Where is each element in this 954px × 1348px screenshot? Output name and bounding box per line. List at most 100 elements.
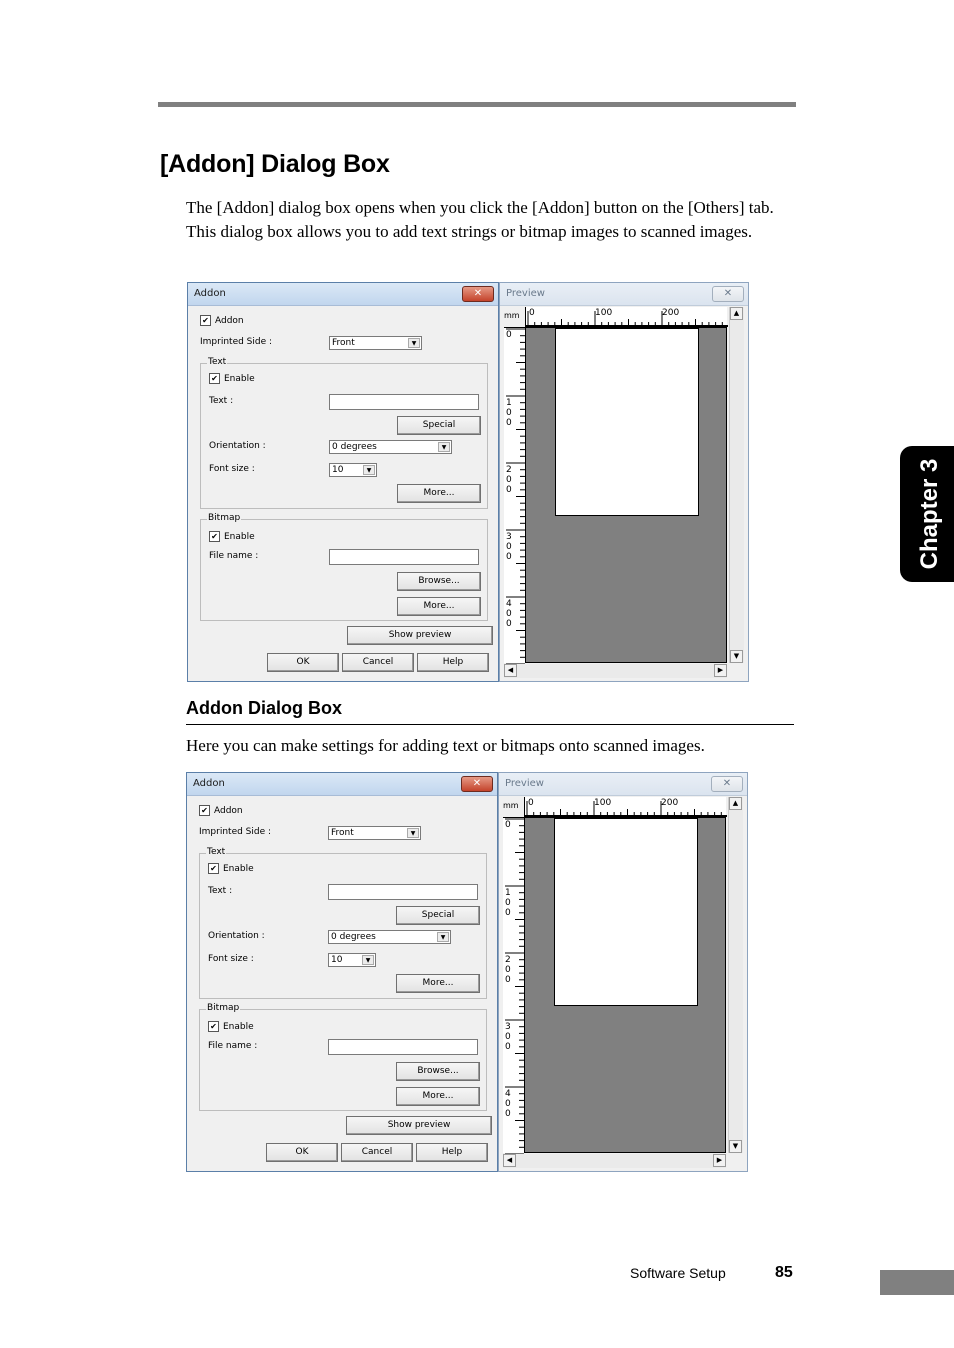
v-ruler-label: 2 0 0 bbox=[505, 955, 511, 985]
orientation-label: Orientation : bbox=[208, 931, 265, 941]
scroll-down-icon[interactable]: ▼ bbox=[729, 1140, 742, 1153]
text-more-button[interactable]: More... bbox=[397, 484, 481, 503]
horizontal-ruler-ticks bbox=[525, 801, 727, 817]
imprinted-side-select[interactable]: Front ▼ bbox=[329, 336, 422, 350]
text-input[interactable] bbox=[329, 394, 479, 410]
scroll-right-icon[interactable]: ▶ bbox=[714, 664, 727, 677]
bitmap-enable-checkbox[interactable]: ✔ Enable bbox=[209, 531, 255, 542]
chapter-tab-label: Chapter 3 bbox=[916, 458, 943, 570]
dropdown-arrow-icon: ▼ bbox=[407, 828, 419, 838]
horizontal-scrollbar[interactable]: ◀ ▶ bbox=[504, 664, 727, 678]
cancel-button[interactable]: Cancel bbox=[341, 1143, 413, 1162]
preview-titlebar: Preview ✕ bbox=[500, 283, 748, 306]
v-ruler-label: 0 bbox=[506, 330, 512, 340]
bitmap-enable-label: Enable bbox=[223, 1022, 254, 1032]
scroll-left-icon[interactable]: ◀ bbox=[504, 664, 517, 677]
browse-button[interactable]: Browse... bbox=[396, 1062, 480, 1081]
file-name-input[interactable] bbox=[328, 1039, 478, 1055]
scroll-left-icon[interactable]: ◀ bbox=[503, 1154, 516, 1167]
show-preview-button[interactable]: Show preview bbox=[346, 1116, 492, 1135]
special-button[interactable]: Special bbox=[396, 906, 480, 925]
addon-dialog-title: Addon bbox=[194, 288, 226, 299]
footer-bar bbox=[880, 1270, 954, 1295]
preview-titlebar: Preview ✕ bbox=[499, 773, 747, 796]
addon-checkbox[interactable]: ✔ Addon bbox=[199, 805, 243, 816]
scroll-up-icon[interactable]: ▲ bbox=[729, 797, 742, 810]
file-name-input[interactable] bbox=[329, 549, 479, 565]
text-field-label: Text : bbox=[208, 886, 233, 896]
orientation-value: 0 degrees bbox=[332, 442, 377, 452]
preview-window: Preview ✕ mm 0 100 200 0 1 0 0 2 0 0 3 0… bbox=[498, 772, 748, 1172]
text-field-label: Text : bbox=[209, 396, 234, 406]
orientation-select[interactable]: 0 degrees ▼ bbox=[329, 440, 452, 454]
text-enable-checkbox[interactable]: ✔ Enable bbox=[208, 863, 254, 874]
vertical-scrollbar[interactable]: ▲ ▼ bbox=[728, 797, 743, 1153]
vertical-ruler: 0 1 0 0 2 0 0 3 0 0 4 0 0 bbox=[503, 817, 524, 1154]
font-size-select[interactable]: 10 ▼ bbox=[329, 463, 377, 477]
bitmap-enable-checkbox[interactable]: ✔ Enable bbox=[208, 1021, 254, 1032]
imprinted-side-value: Front bbox=[331, 828, 354, 838]
browse-button[interactable]: Browse... bbox=[397, 572, 481, 591]
horizontal-ruler-ticks bbox=[526, 311, 728, 327]
close-icon[interactable]: ✕ bbox=[462, 286, 494, 302]
top-rule bbox=[158, 102, 796, 107]
imprinted-side-label: Imprinted Side : bbox=[199, 827, 272, 837]
scroll-up-icon[interactable]: ▲ bbox=[730, 307, 743, 320]
cancel-button[interactable]: Cancel bbox=[342, 653, 414, 672]
font-size-select[interactable]: 10 ▼ bbox=[328, 953, 376, 967]
section-text: Here you can make settings for adding te… bbox=[186, 736, 705, 755]
vertical-ruler: 0 1 0 0 2 0 0 3 0 0 4 0 0 bbox=[504, 327, 525, 664]
addon-dialog-title: Addon bbox=[193, 778, 225, 789]
vertical-scrollbar[interactable]: ▲ ▼ bbox=[729, 307, 744, 663]
help-button[interactable]: Help bbox=[416, 1143, 488, 1162]
help-button[interactable]: Help bbox=[417, 653, 489, 672]
bitmap-group-legend: Bitmap bbox=[207, 513, 242, 523]
orientation-select[interactable]: 0 degrees ▼ bbox=[328, 930, 451, 944]
orientation-value: 0 degrees bbox=[331, 932, 376, 942]
bitmap-enable-label: Enable bbox=[224, 532, 255, 542]
horizontal-scrollbar[interactable]: ◀ ▶ bbox=[503, 1154, 726, 1168]
preview-title: Preview bbox=[505, 778, 544, 789]
text-enable-label: Enable bbox=[224, 374, 255, 384]
bitmap-more-button[interactable]: More... bbox=[396, 1087, 480, 1106]
bitmap-group: Bitmap ✔ Enable File name : Browse... Mor… bbox=[200, 513, 488, 621]
addon-screenshot-2: Addon ✕ ✔ Addon Imprinted Side : Front ▼ T… bbox=[186, 772, 748, 1174]
scroll-down-icon[interactable]: ▼ bbox=[730, 650, 743, 663]
imprinted-side-select[interactable]: Front ▼ bbox=[328, 826, 421, 840]
text-group-legend: Text bbox=[207, 357, 228, 367]
text-group: Text ✔ Enable Text : Special Orientation … bbox=[200, 357, 488, 509]
h-ruler-label: 100 bbox=[594, 798, 612, 808]
scroll-right-icon[interactable]: ▶ bbox=[713, 1154, 726, 1167]
v-ruler-label: 0 bbox=[505, 820, 511, 830]
bitmap-more-button[interactable]: More... bbox=[397, 597, 481, 616]
text-input[interactable] bbox=[328, 884, 478, 900]
addon-dialog: Addon ✕ ✔ Addon Imprinted Side : Front ▼ T… bbox=[186, 772, 498, 1172]
addon-checkbox[interactable]: ✔ Addon bbox=[200, 315, 244, 326]
font-size-label: Font size : bbox=[209, 464, 255, 474]
v-ruler-label: 4 0 0 bbox=[505, 1089, 511, 1119]
preview-window: Preview ✕ mm 0 100 200 0 1 0 0 2 0 0 3 0… bbox=[499, 282, 749, 682]
v-ruler-label: 1 0 0 bbox=[505, 888, 511, 918]
ok-button[interactable]: OK bbox=[267, 653, 339, 672]
font-size-value: 10 bbox=[331, 955, 343, 965]
v-ruler-label: 3 0 0 bbox=[506, 532, 512, 562]
close-icon[interactable]: ✕ bbox=[461, 776, 493, 792]
text-enable-checkbox[interactable]: ✔ Enable bbox=[209, 373, 255, 384]
v-ruler-label: 4 0 0 bbox=[506, 599, 512, 629]
v-ruler-label: 2 0 0 bbox=[506, 465, 512, 495]
special-button[interactable]: Special bbox=[397, 416, 481, 435]
checkbox-checked-icon: ✔ bbox=[208, 1021, 219, 1032]
h-ruler-label: 100 bbox=[595, 308, 613, 318]
dropdown-arrow-icon: ▼ bbox=[408, 338, 420, 348]
font-size-value: 10 bbox=[332, 465, 344, 475]
font-size-label: Font size : bbox=[208, 954, 254, 964]
h-ruler-label: 0 bbox=[528, 798, 534, 808]
close-icon[interactable]: ✕ bbox=[712, 286, 744, 302]
unit-label: mm bbox=[504, 311, 520, 320]
ok-button[interactable]: OK bbox=[266, 1143, 338, 1162]
show-preview-button[interactable]: Show preview bbox=[347, 626, 493, 645]
imprinted-side-label: Imprinted Side : bbox=[200, 337, 273, 347]
close-icon[interactable]: ✕ bbox=[711, 776, 743, 792]
text-more-button[interactable]: More... bbox=[396, 974, 480, 993]
page-title: [Addon] Dialog Box bbox=[160, 150, 390, 178]
